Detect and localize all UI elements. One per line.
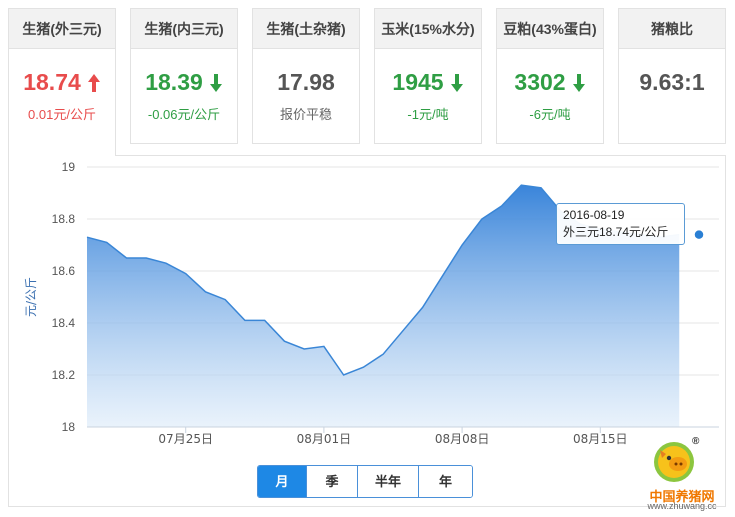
x-tick-label: 08月01日 — [297, 432, 352, 446]
card-title: 猪粮比 — [619, 9, 725, 49]
card-pig-tuzazhu[interactable]: 生猪(土杂猪) 17.98 报价平稳 — [252, 8, 360, 144]
card-change: -0.06元/公斤 — [147, 107, 221, 122]
y-tick-label: 18.2 — [52, 368, 76, 382]
card-pig-neisanyuan[interactable]: 生猪(内三元) 18.39 -0.06元/公斤 — [130, 8, 238, 144]
card-pig-waisanyuan[interactable]: 生猪(外三元) 18.74 0.01元/公斤 — [8, 8, 116, 156]
y-tick-label: 18.6 — [52, 264, 76, 278]
tooltip-date: 2016-08-19 — [563, 208, 625, 222]
card-price: 1945 — [375, 69, 481, 96]
logo-url: www.zhuwang.cc — [647, 501, 717, 511]
card-change: 0.01元/公斤 — [28, 107, 96, 122]
arrow-down-icon — [209, 73, 222, 92]
y-axis-label: 元/公斤 — [24, 277, 38, 317]
card-change: 报价平稳 — [279, 107, 332, 122]
card-change: -1元/吨 — [407, 107, 449, 122]
card-price: 18.39 — [131, 69, 237, 96]
arrow-down-icon — [450, 73, 463, 92]
price-card-row: 生猪(外三元) 18.74 0.01元/公斤 生猪(内三元) 18.39 -0.… — [8, 8, 726, 156]
chart-tooltip: 2016-08-19 外三元18.74元/公斤 — [556, 203, 685, 245]
card-title: 生猪(外三元) — [9, 9, 115, 49]
price-value: 3302 — [514, 69, 566, 95]
tooltip-text: 外三元18.74元/公斤 — [563, 225, 669, 239]
x-tick-label: 08月15日 — [573, 432, 628, 446]
range-halfyear-button[interactable]: 半年 — [358, 466, 419, 497]
y-tick-label: 18.4 — [52, 316, 76, 330]
price-value: 18.39 — [145, 69, 203, 95]
x-tick-label: 07月25日 — [158, 432, 213, 446]
price-value: 9.63:1 — [639, 69, 705, 95]
card-title: 生猪(土杂猪) — [253, 9, 359, 49]
card-pig-grain-ratio[interactable]: 猪粮比 9.63:1 — [618, 8, 726, 144]
card-soymeal[interactable]: 豆粕(43%蛋白) 3302 -6元/吨 — [496, 8, 604, 144]
x-tick-label: 08月08日 — [435, 432, 490, 446]
arrow-up-icon — [87, 73, 100, 92]
y-tick-label: 18.8 — [52, 212, 76, 226]
highlight-point — [693, 228, 705, 241]
card-title: 豆粕(43%蛋白) — [497, 9, 603, 49]
y-tick-label: 19 — [62, 160, 76, 174]
price-value: 18.74 — [23, 69, 81, 95]
card-title: 玉米(15%水分) — [375, 9, 481, 49]
price-value: 17.98 — [277, 69, 335, 95]
y-tick-label: 18 — [62, 420, 76, 434]
registered-mark: ® — [692, 436, 700, 447]
card-price: 9.63:1 — [619, 69, 725, 96]
card-change: -6元/吨 — [529, 107, 571, 122]
range-button-group: 月 季 半年 年 — [257, 465, 473, 498]
card-title: 生猪(内三元) — [131, 9, 237, 49]
card-corn[interactable]: 玉米(15%水分) 1945 -1元/吨 — [374, 8, 482, 144]
range-year-button[interactable]: 年 — [419, 466, 472, 497]
zhuwang-logo[interactable]: ® 中国养猪网 www.zhuwang.cc — [636, 436, 728, 514]
arrow-down-icon — [572, 73, 585, 92]
pig-logo-icon — [654, 442, 694, 482]
card-price: 3302 — [497, 69, 603, 96]
card-price: 17.98 — [253, 69, 359, 96]
range-month-button[interactable]: 月 — [258, 466, 307, 497]
range-quarter-button[interactable]: 季 — [307, 466, 358, 497]
price-value: 1945 — [392, 69, 444, 95]
card-price: 18.74 — [9, 69, 115, 96]
